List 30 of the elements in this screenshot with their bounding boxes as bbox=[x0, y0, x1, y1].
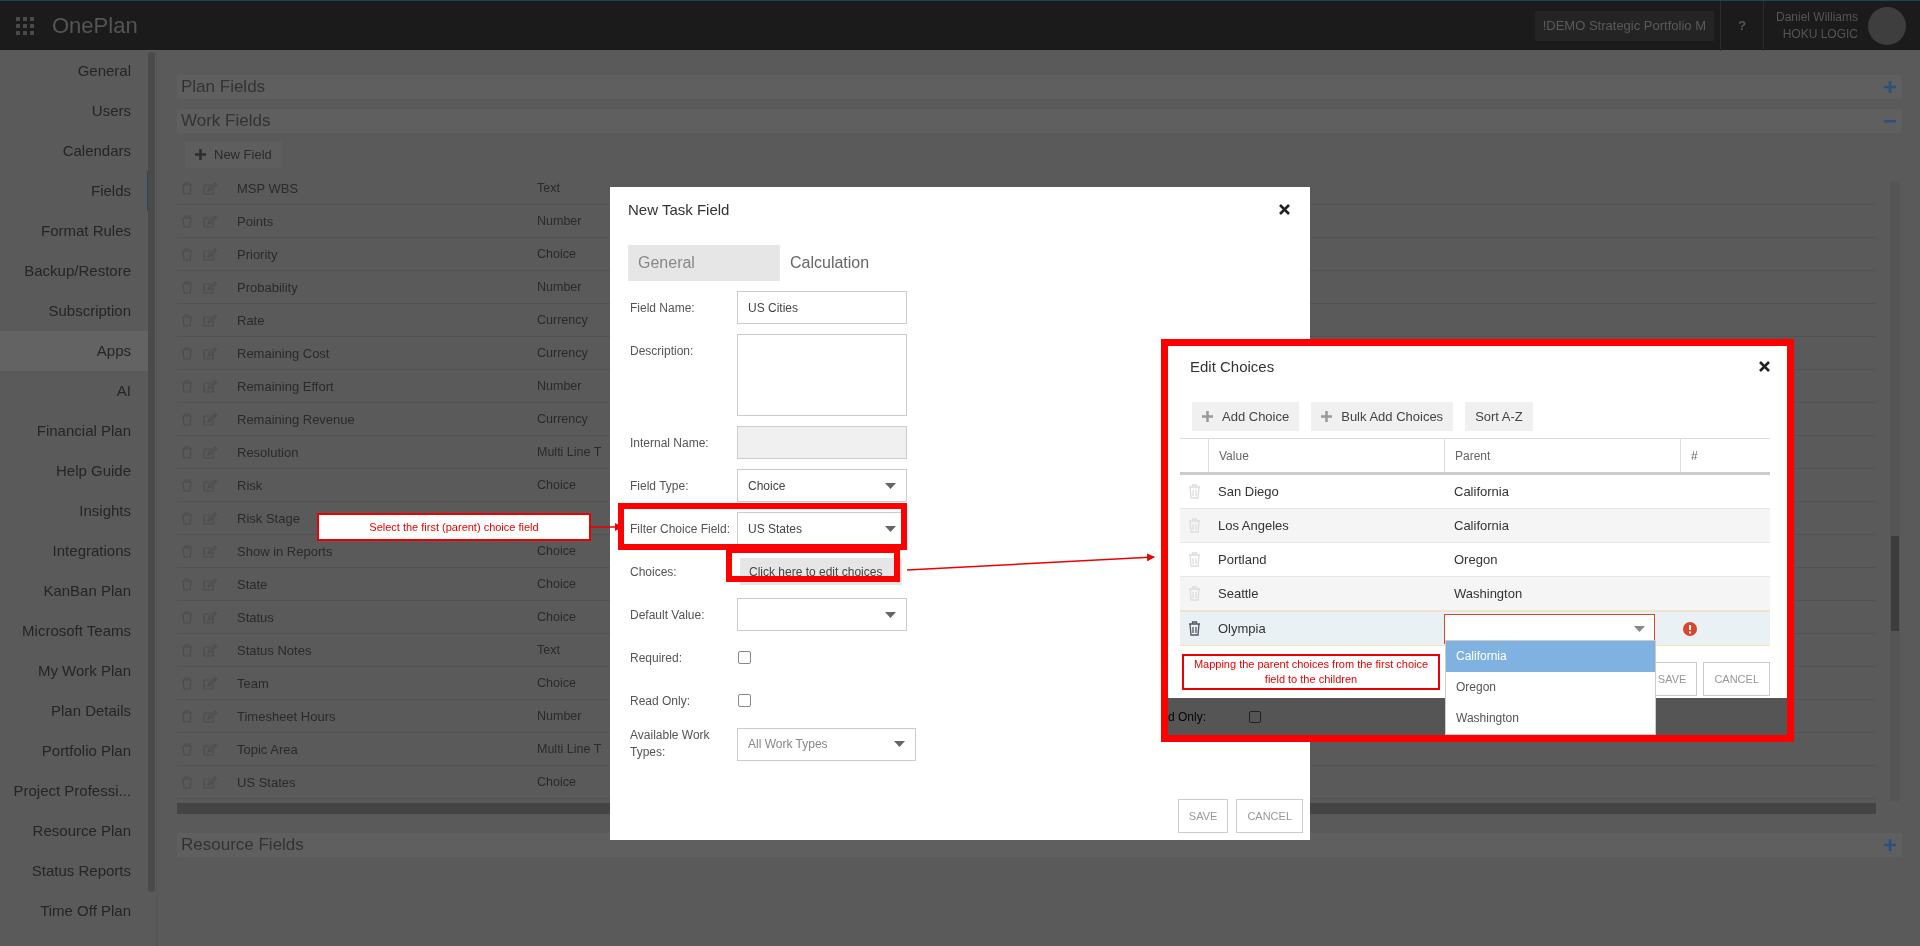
annotation-callout: Mapping the parent choices from the first choice field to the children bbox=[1182, 654, 1440, 690]
field-label: Choices: bbox=[629, 564, 678, 579]
table-cell: California bbox=[1454, 484, 1509, 499]
field-label: Field Type: bbox=[629, 478, 690, 493]
app-name: OnePlan bbox=[52, 12, 138, 39]
table-cell: Washington bbox=[1454, 586, 1523, 601]
table-cell-text: San Diego bbox=[1217, 484, 1280, 499]
field-label: Field Name: bbox=[629, 300, 696, 315]
column-header: Value bbox=[1208, 439, 1444, 472]
column-header: Parent bbox=[1444, 439, 1680, 472]
user-name: Daniel Williams bbox=[1776, 8, 1858, 26]
field-label: Filter Choice Field: bbox=[629, 521, 732, 536]
table-cell-text: Seattle bbox=[1217, 586, 1260, 601]
field-label: d Only: bbox=[1168, 709, 1206, 724]
field-label: Required: bbox=[629, 650, 684, 665]
field-label: Default Value: bbox=[629, 607, 706, 622]
table-cell-text: Los Angeles bbox=[1217, 518, 1290, 533]
table-cell: California bbox=[1454, 518, 1509, 533]
field-label: Read Only: bbox=[629, 693, 692, 708]
dialog-title: Edit Choices bbox=[1190, 357, 1275, 375]
table-cell: Oregon bbox=[1454, 552, 1498, 567]
table-cell-text: Portland bbox=[1217, 552, 1268, 567]
column-header: # bbox=[1680, 439, 1770, 472]
field-label: Internal Name: bbox=[629, 435, 710, 450]
table-cell-text: Olympia bbox=[1217, 621, 1267, 636]
dialog-title: New Task Field bbox=[628, 200, 730, 218]
field-label: Available Work Types: bbox=[629, 727, 711, 761]
user-organization: HOKU LOGIC bbox=[1782, 25, 1858, 43]
field-label: Description: bbox=[629, 343, 695, 358]
annotation-callout: Select the first (parent) choice field bbox=[317, 513, 591, 541]
